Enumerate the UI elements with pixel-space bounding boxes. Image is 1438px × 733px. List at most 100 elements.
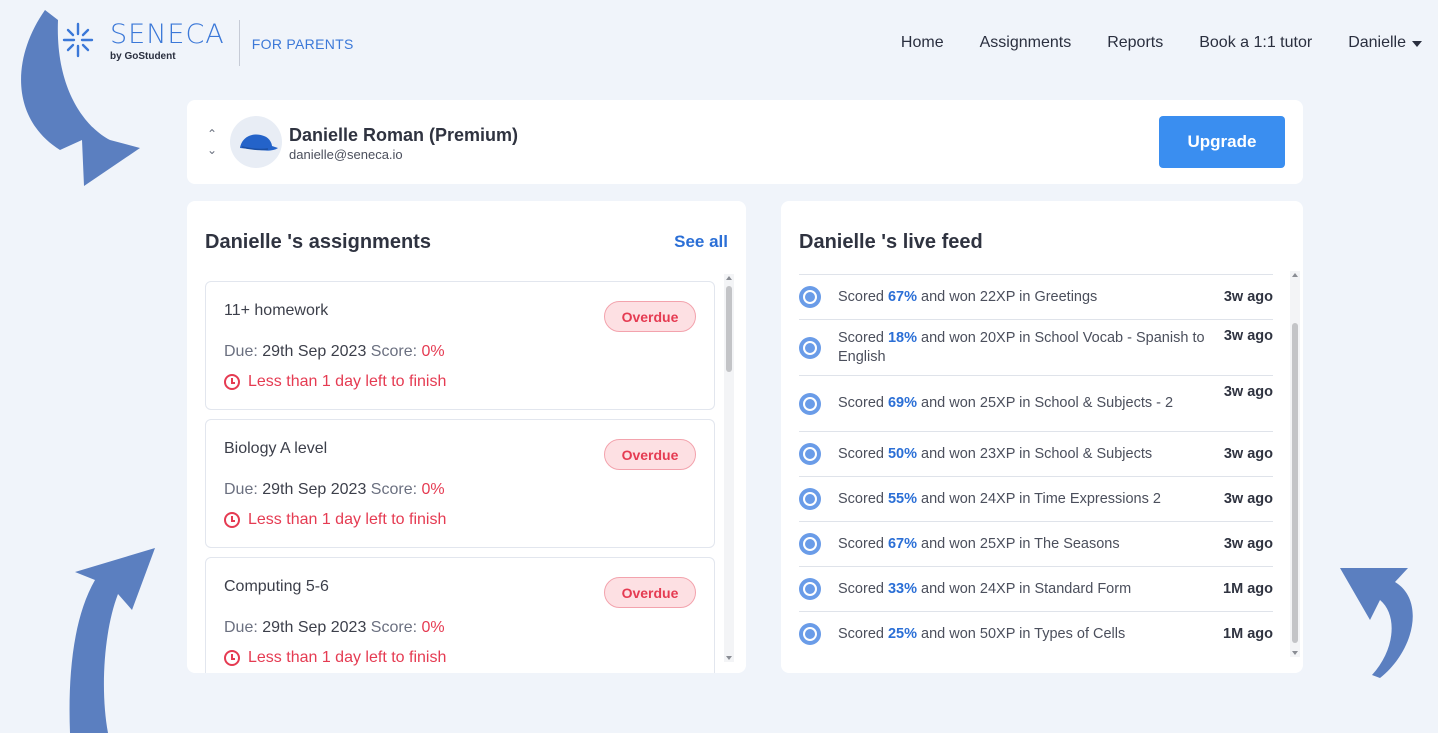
feed-time: 3w ago: [1223, 384, 1273, 400]
due-date: 29th Sep 2023: [262, 343, 367, 360]
nav-home[interactable]: Home: [901, 34, 944, 52]
student-name: Danielle Roman (Premium): [289, 125, 519, 145]
seneca-logo-icon: [62, 22, 94, 58]
target-icon: [799, 392, 821, 415]
user-menu-label: Danielle: [1348, 34, 1406, 51]
cap-avatar-icon: [240, 134, 278, 151]
feed-time: 3w ago: [1223, 491, 1273, 507]
feed-text: Scored 67% and won 25XP in The Seasons: [838, 535, 1120, 552]
caret-down-icon: [1412, 41, 1422, 47]
user-menu[interactable]: Danielle: [1348, 34, 1422, 52]
clock-icon: [224, 650, 240, 666]
assignment-card[interactable]: Computing 5-6 Overdue Due: 29th Sep 2023…: [205, 557, 715, 673]
scroll-up-icon[interactable]: [1292, 273, 1298, 277]
nav-book-tutor[interactable]: Book a 1:1 tutor: [1199, 34, 1312, 52]
target-icon: [799, 336, 821, 359]
time-left-text: Less than 1 day left to finish: [248, 511, 447, 528]
due-line: Due: 29th Sep 2023 Score: 0%: [224, 481, 445, 499]
time-left-text: Less than 1 day left to finish: [248, 373, 447, 390]
due-line: Due: 29th Sep 2023 Score: 0%: [224, 619, 445, 637]
assignment-card[interactable]: 11+ homework Overdue Due: 29th Sep 2023 …: [205, 281, 715, 410]
student-card: ⌃ ⌄ Danielle Roman (Premium) danielle@se…: [187, 100, 1303, 184]
feed-item: Scored 18% and won 20XP in School Vocab …: [799, 319, 1273, 375]
scroll-up-icon[interactable]: [726, 276, 732, 280]
feed-score: 50%: [887, 445, 918, 462]
upgrade-button[interactable]: Upgrade: [1159, 116, 1285, 168]
status-badge: Overdue: [604, 301, 696, 332]
gostudent-label: by GoStudent: [110, 51, 176, 62]
feed-item: Scored 67% and won 22XP in Greetings 3w …: [799, 274, 1273, 319]
feed-score: 69%: [887, 395, 918, 411]
feed-item: Scored 67% and won 25XP in The Seasons 3…: [799, 521, 1273, 566]
feed-text: Scored 69% and won 25XP in School & Subj…: [838, 395, 1174, 411]
score-label: Score:: [370, 481, 418, 498]
due-line: Due: 29th Sep 2023 Score: 0%: [224, 343, 445, 361]
see-all-link[interactable]: See all: [674, 232, 728, 252]
nav-reports[interactable]: Reports: [1107, 34, 1163, 52]
due-date: 29th Sep 2023: [262, 481, 367, 498]
scrollbar-thumb[interactable]: [1292, 323, 1298, 643]
feed-item: Scored 55% and won 24XP in Time Expressi…: [799, 476, 1273, 521]
live-feed-panel: Danielle 's live feed Scored 67% and won…: [781, 201, 1303, 673]
score-value: 0%: [421, 481, 445, 498]
live-feed-title: Danielle 's live feed: [799, 231, 983, 253]
seneca-logo[interactable]: SENECA by GoStudent FOR PARENTS: [60, 20, 354, 66]
feed-score: 55%: [887, 490, 918, 507]
feed-item: Scored 69% and won 25XP in School & Subj…: [799, 375, 1273, 431]
score-label: Score:: [370, 619, 418, 636]
feed-text: Scored 55% and won 24XP in Time Expressi…: [838, 490, 1161, 507]
feed-item: Scored 25% and won 50XP in Types of Cell…: [799, 611, 1273, 656]
scroll-down-icon[interactable]: [726, 656, 732, 660]
assignment-card[interactable]: Biology A level Overdue Due: 29th Sep 20…: [205, 419, 715, 548]
due-label: Due:: [224, 619, 258, 636]
feed-scrollbar[interactable]: [1290, 271, 1300, 657]
logo-divider: [238, 20, 240, 66]
feed-score: 33%: [887, 580, 918, 597]
score-value: 0%: [421, 343, 445, 360]
top-navigation-bar: SENECA by GoStudent FOR PARENTS Home Ass…: [0, 0, 1438, 90]
curved-arrow-icon: [69, 548, 155, 733]
logo-wordmark: SENECA by GoStudent: [110, 19, 225, 63]
clock-icon: [224, 512, 240, 528]
logo-by-gostudent: by GoStudent: [110, 51, 225, 62]
assignments-list: 11+ homework Overdue Due: 29th Sep 2023 …: [205, 281, 715, 673]
live-feed-list: Scored 67% and won 22XP in Greetings 3w …: [799, 274, 1273, 656]
time-left: Less than 1 day left to finish: [224, 511, 446, 529]
curved-arrow-icon: [1340, 568, 1413, 678]
assignments-panel: Danielle 's assignments See all 11+ home…: [187, 201, 746, 673]
student-email: danielle@seneca.io: [289, 147, 403, 162]
status-badge: Overdue: [604, 577, 696, 608]
feed-time: 3w ago: [1223, 536, 1273, 552]
time-left-text: Less than 1 day left to finish: [248, 649, 447, 666]
student-switcher[interactable]: ⌃ ⌄: [205, 126, 219, 158]
feed-score: 67%: [887, 535, 918, 552]
feed-score: 25%: [887, 625, 918, 642]
nav-assignments[interactable]: Assignments: [980, 34, 1072, 52]
logo-word: SENECA: [110, 19, 225, 50]
feed-text: Scored 18% and won 20XP in School Vocab …: [838, 329, 1205, 365]
for-parents-label: FOR PARENTS: [251, 36, 354, 52]
target-icon: [799, 578, 821, 600]
feed-text: Scored 67% and won 22XP in Greetings: [838, 288, 1098, 305]
target-icon: [799, 443, 821, 465]
chevron-up-icon: ⌃: [206, 127, 218, 141]
chevron-down-icon: ⌄: [206, 143, 218, 157]
feed-text: Scored 50% and won 23XP in School & Subj…: [838, 445, 1153, 462]
feed-text: Scored 33% and won 24XP in Standard Form: [838, 580, 1132, 597]
feed-item: Scored 33% and won 24XP in Standard Form…: [799, 566, 1273, 611]
target-icon: [799, 286, 821, 308]
due-date: 29th Sep 2023: [262, 619, 367, 636]
feed-text: Scored 25% and won 50XP in Types of Cell…: [838, 625, 1126, 642]
scroll-down-icon[interactable]: [1292, 651, 1298, 655]
status-badge: Overdue: [604, 439, 696, 470]
score-label: Score:: [370, 343, 418, 360]
feed-score: 67%: [887, 288, 918, 305]
assignments-scrollbar[interactable]: [724, 274, 734, 662]
clock-icon: [224, 374, 240, 390]
assignment-title: Computing 5-6: [224, 578, 329, 595]
scrollbar-thumb[interactable]: [726, 286, 732, 372]
feed-item: Scored 50% and won 23XP in School & Subj…: [799, 431, 1273, 476]
feed-time: 3w ago: [1223, 446, 1273, 462]
feed-time: 3w ago: [1223, 328, 1273, 344]
assignments-title: Danielle 's assignments: [205, 231, 431, 253]
